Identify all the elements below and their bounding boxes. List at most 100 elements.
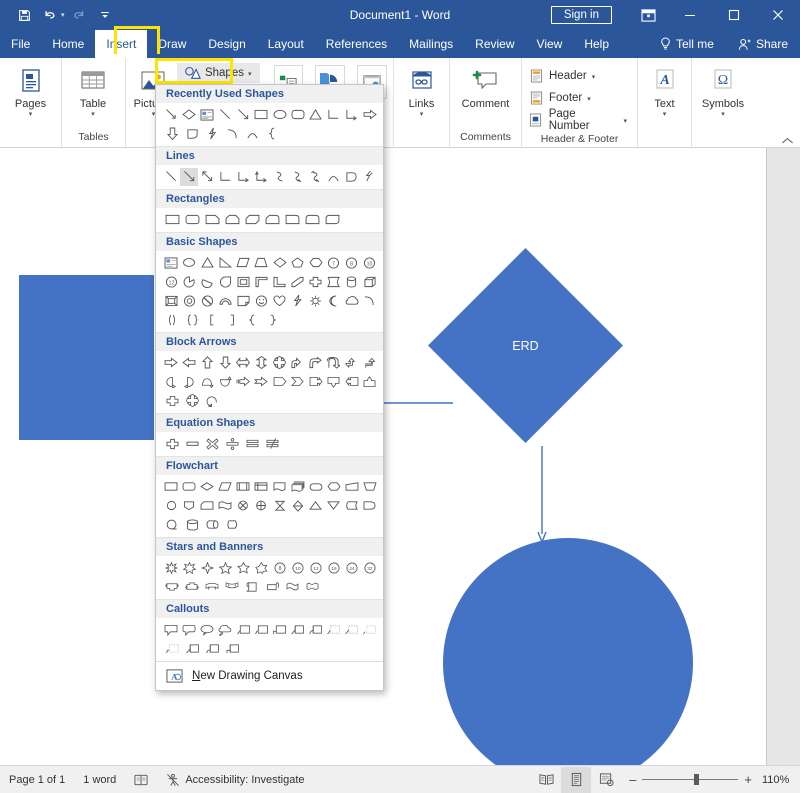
shape-curved-right-arrow-icon[interactable] xyxy=(162,373,180,391)
tab-file[interactable]: File xyxy=(0,30,41,58)
shape-right-triangle-icon[interactable] xyxy=(216,254,234,272)
shape-bent-arrow-icon[interactable] xyxy=(307,354,325,372)
shape-u-turn-arrow-icon[interactable] xyxy=(325,354,343,372)
footer-button[interactable]: Footer ▾ xyxy=(526,87,597,109)
shape-elbow-arrow-connector-icon[interactable] xyxy=(343,106,361,124)
text-dropdown-icon[interactable]: ▾ xyxy=(663,111,667,119)
shape-arc-icon[interactable] xyxy=(361,292,379,310)
shapes-button[interactable]: Shapes ▾ xyxy=(176,63,260,83)
shape-star-5-icon[interactable] xyxy=(180,559,198,577)
shape-decagon-icon[interactable]: 10 xyxy=(361,254,379,272)
shape-curved-down-arrow-icon[interactable] xyxy=(216,373,234,391)
shape-star-10-point-icon[interactable]: 10 xyxy=(289,559,307,577)
shape-diamond-icon[interactable] xyxy=(270,254,288,272)
tab-references[interactable]: References xyxy=(315,30,398,58)
shape-curved-left-arrow-icon[interactable] xyxy=(180,373,198,391)
pages-button[interactable]: Pages ▾ xyxy=(4,63,57,119)
shape-left-up-arrow-icon[interactable] xyxy=(343,354,361,372)
shape-notched-right-arrow-icon[interactable] xyxy=(252,373,270,391)
shape-flowchart-preparation-icon[interactable] xyxy=(325,478,343,496)
zoom-in-button[interactable]: + xyxy=(744,772,752,787)
shape-down-arrow-icon[interactable] xyxy=(216,354,234,372)
shape-lightning-bolt-icon[interactable] xyxy=(202,125,222,143)
shape-smiley-face-icon[interactable] xyxy=(252,292,270,310)
shape-snip-diagonal-corner-icon[interactable] xyxy=(242,211,262,229)
shape-oval-callout-icon[interactable] xyxy=(198,621,216,639)
shape-flowchart-merge-icon[interactable] xyxy=(325,497,343,515)
shape-text-box-icon[interactable] xyxy=(198,106,216,124)
shape-octagon-icon[interactable]: 8 xyxy=(343,254,361,272)
shape-line-callout-accent-bar-3-icon[interactable] xyxy=(222,640,242,658)
shape-curved-up-ribbon-icon[interactable] xyxy=(202,578,222,596)
shape-round-single-corner-icon[interactable] xyxy=(282,211,302,229)
shape-flowchart-data-icon[interactable] xyxy=(216,478,234,496)
shape-cloud-callout-icon[interactable] xyxy=(216,621,234,639)
shape-diagonal-stripe-icon[interactable] xyxy=(289,273,307,291)
share-button[interactable]: Share xyxy=(726,37,800,51)
shape-star-4-point-icon[interactable] xyxy=(198,559,216,577)
links-button[interactable]: Links ▾ xyxy=(398,63,445,119)
shape-star-5-point-icon[interactable] xyxy=(216,559,234,577)
page-number-dropdown-icon[interactable]: ▾ xyxy=(623,118,627,126)
pages-dropdown-icon[interactable]: ▾ xyxy=(29,111,33,119)
text-button[interactable]: A Text ▾ xyxy=(642,63,687,119)
shape-donut-icon[interactable] xyxy=(180,292,198,310)
shape-teardrop-icon[interactable] xyxy=(216,273,234,291)
shape-no-symbol-icon[interactable] xyxy=(198,292,216,310)
shape-wave-icon[interactable] xyxy=(282,578,302,596)
shape-line-callout-border-2-icon[interactable] xyxy=(343,621,361,639)
tab-view[interactable]: View xyxy=(526,30,574,58)
shape-star-4-icon[interactable] xyxy=(162,559,180,577)
shape-line-icon[interactable] xyxy=(216,106,234,124)
shape-arc-icon[interactable] xyxy=(222,125,242,143)
shape-right-arrow-callout-icon[interactable] xyxy=(307,373,325,391)
shape-up-arrow-icon[interactable] xyxy=(198,354,216,372)
web-layout-view[interactable] xyxy=(591,767,621,793)
word-count[interactable]: 1 word xyxy=(74,774,125,786)
shape-flowchart-internal-storage-icon[interactable] xyxy=(252,478,270,496)
shape-line-callout-no-border-1-icon[interactable] xyxy=(361,621,379,639)
shape-square-bracket-right-icon[interactable] xyxy=(222,311,242,329)
shape-snip-and-round-corner-icon[interactable] xyxy=(262,211,282,229)
shape-double-wave-icon[interactable] xyxy=(302,578,322,596)
shape-flowchart-direct-access-storage-icon[interactable] xyxy=(202,516,222,534)
tell-me-button[interactable]: Tell me xyxy=(648,37,726,51)
shape-flowchart-multidocument-icon[interactable] xyxy=(289,478,307,496)
shape-flowchart-decision-icon[interactable] xyxy=(198,478,216,496)
shape-half-frame-icon[interactable] xyxy=(252,273,270,291)
shape-rounded-rectangle-icon[interactable] xyxy=(289,106,307,124)
shape-bevel-icon[interactable] xyxy=(162,292,180,310)
shape-rounded-rectangle-icon[interactable] xyxy=(182,211,202,229)
shape-flowchart-alternate-process-icon[interactable] xyxy=(180,478,198,496)
shape-elbow-connector-icon[interactable] xyxy=(325,106,343,124)
symbols-dropdown-icon[interactable]: ▾ xyxy=(721,111,725,119)
shape-star-12-point-icon[interactable]: 12 xyxy=(307,559,325,577)
shape-multiply-sign-icon[interactable] xyxy=(202,435,222,453)
shape-line-arrow-icon[interactable] xyxy=(162,106,180,124)
header-button[interactable]: Header ▾ xyxy=(526,65,601,87)
shape-rectangle-icon[interactable] xyxy=(162,211,182,229)
shape-not-equal-sign-icon[interactable] xyxy=(262,435,282,453)
shape-curved-connector-icon[interactable] xyxy=(270,168,288,186)
zoom-slider-thumb[interactable] xyxy=(694,774,700,785)
read-mode-view[interactable] xyxy=(531,767,561,793)
tab-insert[interactable]: Insert xyxy=(95,30,148,58)
shape-plaque-icon[interactable] xyxy=(325,273,343,291)
shape-flowchart-extract-icon[interactable] xyxy=(307,497,325,515)
shape-flowchart-display-icon[interactable] xyxy=(222,516,242,534)
shape-curly-brace-icon[interactable] xyxy=(242,311,262,329)
shape-left-arrow-icon[interactable] xyxy=(180,354,198,372)
shape-line-arrow-2-icon[interactable] xyxy=(234,106,252,124)
shape-snip-single-corner-icon[interactable] xyxy=(202,211,222,229)
shape-l-shape-icon[interactable] xyxy=(270,273,288,291)
shape-trapezoid-icon[interactable] xyxy=(252,254,270,272)
shape-pie-icon[interactable] xyxy=(180,273,198,291)
shape-down-arrow-callout-icon[interactable] xyxy=(325,373,343,391)
shape-line-callout-accent-bar-1-icon[interactable] xyxy=(182,640,202,658)
shape-flowchart-or-icon[interactable] xyxy=(252,497,270,515)
shape-square-bracket-icon[interactable] xyxy=(202,311,222,329)
shape-frame-icon[interactable] xyxy=(234,273,252,291)
save-icon[interactable] xyxy=(12,4,36,26)
shape-flowchart-sequential-access-icon[interactable] xyxy=(162,516,182,534)
shape-left-brace-icon[interactable] xyxy=(262,125,282,143)
